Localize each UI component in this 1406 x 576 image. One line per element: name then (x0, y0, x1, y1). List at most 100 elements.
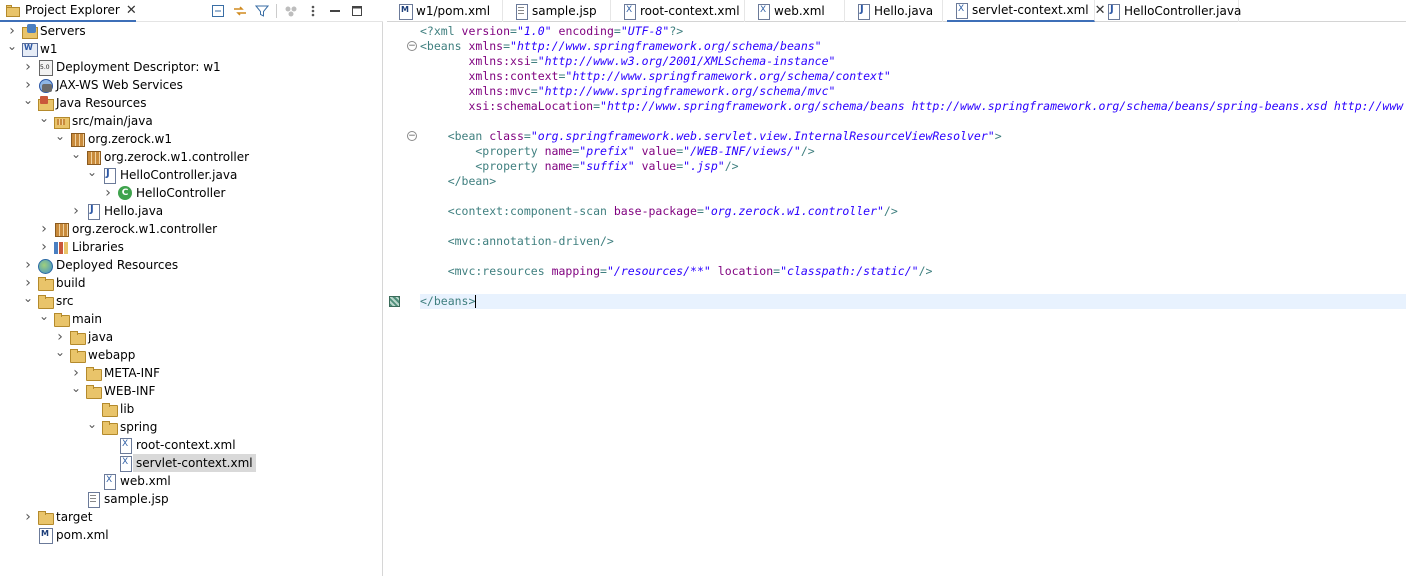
tree-item[interactable]: ⌄ webapp (54, 343, 136, 364)
collapse-all-icon[interactable] (210, 3, 226, 19)
filter-icon[interactable] (254, 3, 270, 19)
chevron-right-icon[interactable]: › (70, 202, 82, 220)
fold-toggle-icon[interactable]: − (407, 131, 417, 141)
tree-item[interactable]: pom.xml (22, 526, 109, 544)
code-token: /> (724, 159, 739, 173)
tree-item-label: HelloController.java (120, 168, 238, 182)
tree-item-label: Servers (40, 24, 86, 38)
code-line: xmlns:xsi="http://www.w3.org/2001/XMLSch… (420, 54, 835, 69)
chevron-down-icon[interactable]: ⌄ (86, 163, 98, 181)
editor-tab[interactable]: servlet-context.xml✕ (947, 0, 1106, 22)
chevron-right-icon[interactable]: › (38, 220, 50, 238)
chevron-down-icon[interactable]: ⌄ (70, 379, 82, 397)
class-icon (117, 185, 133, 201)
tree-item-label: Java Resources (56, 96, 147, 110)
tree-item-label: webapp (88, 348, 136, 362)
project-explorer-header: Project Explorer ✕ (0, 0, 383, 22)
tree-item-label: Deployment Descriptor: w1 (56, 60, 221, 74)
tree-item[interactable]: root-context.xml (102, 436, 236, 454)
chevron-down-icon[interactable]: ⌄ (70, 145, 82, 163)
project-explorer-title: Project Explorer (25, 3, 120, 17)
focus-active-task-icon[interactable] (283, 3, 299, 19)
xml-file-icon (117, 437, 133, 454)
tree-item[interactable]: › JAX-WS Web Services (22, 76, 183, 94)
code-token: <property (420, 159, 545, 173)
tree-item-label: servlet-context.xml (133, 454, 256, 472)
code-token: </beans> (420, 294, 476, 308)
chevron-right-icon[interactable]: › (102, 184, 114, 202)
chevron-right-icon[interactable]: › (22, 256, 34, 274)
tree-item[interactable]: › Deployment Descriptor: w1 (22, 58, 221, 76)
code-line: xmlns:context="http://www.springframewor… (420, 69, 890, 84)
link-with-editor-icon[interactable] (232, 3, 248, 19)
project-explorer-panel: Project Explorer ✕ › Servers ⌄ W w1 › 5.… (0, 0, 383, 576)
tree-item[interactable]: servlet-context.xml (102, 454, 256, 472)
code-token: > (994, 129, 1002, 143)
code-token: xmlns:mvc (468, 84, 531, 98)
editor-tab[interactable]: w1/pom.xml (391, 0, 503, 22)
editor-tab[interactable]: root-context.xml (615, 0, 745, 22)
editor-tab[interactable]: sample.jsp (507, 0, 611, 22)
tree-item-label: src (56, 294, 74, 308)
chevron-down-icon[interactable]: ⌄ (38, 307, 50, 325)
code-token: name (544, 144, 573, 158)
chevron-down-icon[interactable]: ⌄ (6, 37, 18, 55)
code-token: "/WEB-INF/views/" (683, 144, 801, 158)
tree-item[interactable]: › org.zerock.w1.controller (38, 220, 217, 238)
chevron-down-icon[interactable]: ⌄ (38, 109, 50, 127)
pom-file-icon (397, 3, 413, 20)
code-token: "1.0" (516, 24, 552, 38)
xml-file-icon (621, 3, 637, 20)
tree-item[interactable]: › META-INF (70, 364, 160, 382)
code-token: = (530, 84, 538, 98)
minimize-icon[interactable] (327, 3, 343, 19)
chevron-right-icon[interactable]: › (22, 508, 34, 526)
tree-item[interactable]: ⌄ HelloController.java (86, 163, 238, 184)
view-menu-icon[interactable] (305, 3, 321, 19)
tree-item[interactable]: web.xml (86, 472, 171, 490)
editor-tab[interactable]: Hello.java (849, 0, 943, 22)
code-line: <property name="prefix" value="/WEB-INF/… (420, 144, 814, 159)
chevron-down-icon[interactable]: ⌄ (86, 415, 98, 433)
tree-item[interactable]: ⌄ spring (86, 415, 157, 436)
tree-item-label: Hello.java (104, 204, 164, 218)
fold-toggle-icon[interactable]: − (407, 41, 417, 51)
editor-tab-label: Hello.java (874, 4, 934, 18)
chevron-down-icon[interactable]: ⌄ (54, 343, 66, 361)
tree-item[interactable]: › target (22, 508, 93, 526)
tree-item-label: org.zerock.w1 (88, 132, 172, 146)
editor-tab[interactable]: web.xml (749, 0, 845, 22)
tree-item[interactable]: sample.jsp (70, 490, 169, 508)
pom-file-icon (37, 527, 53, 544)
folder-icon (37, 275, 54, 291)
code-token: <mvc:resources (420, 264, 552, 278)
project-explorer-tab[interactable]: Project Explorer ✕ (0, 0, 137, 22)
tree-item[interactable]: ⌄ main (38, 307, 102, 328)
maximize-icon[interactable] (349, 3, 365, 19)
tree-item[interactable]: › Hello.java (70, 202, 163, 220)
chevron-down-icon[interactable]: ⌄ (22, 91, 34, 109)
chevron-right-icon[interactable]: › (22, 58, 34, 76)
code-token: "http://www.springframework.org/schema/b… (510, 39, 822, 53)
chevron-down-icon[interactable]: ⌄ (22, 289, 34, 307)
code-token: version (461, 24, 511, 38)
code-line: xmlns:mvc="http://www.springframework.or… (420, 84, 835, 99)
code-token: /> (918, 264, 933, 278)
tree-item[interactable]: › Libraries (38, 238, 124, 256)
tree-item[interactable]: › Deployed Resources (22, 256, 178, 274)
editor-tab[interactable]: HelloController.java (1099, 0, 1241, 22)
tree-item-label: META-INF (104, 366, 161, 380)
editor-gutter: − − (387, 22, 417, 576)
tree-item[interactable]: ⌄ WEB-INF (70, 379, 155, 400)
chevron-right-icon[interactable]: › (38, 238, 50, 256)
tree-item[interactable]: ⌄ w1 (6, 37, 57, 58)
code-token: location (717, 264, 774, 278)
close-icon[interactable]: ✕ (126, 4, 137, 17)
tree-item[interactable]: › HelloController (102, 184, 225, 202)
chevron-down-icon[interactable]: ⌄ (54, 127, 66, 145)
code-line: <mvc:resources mapping="/resources/**" l… (420, 264, 933, 279)
